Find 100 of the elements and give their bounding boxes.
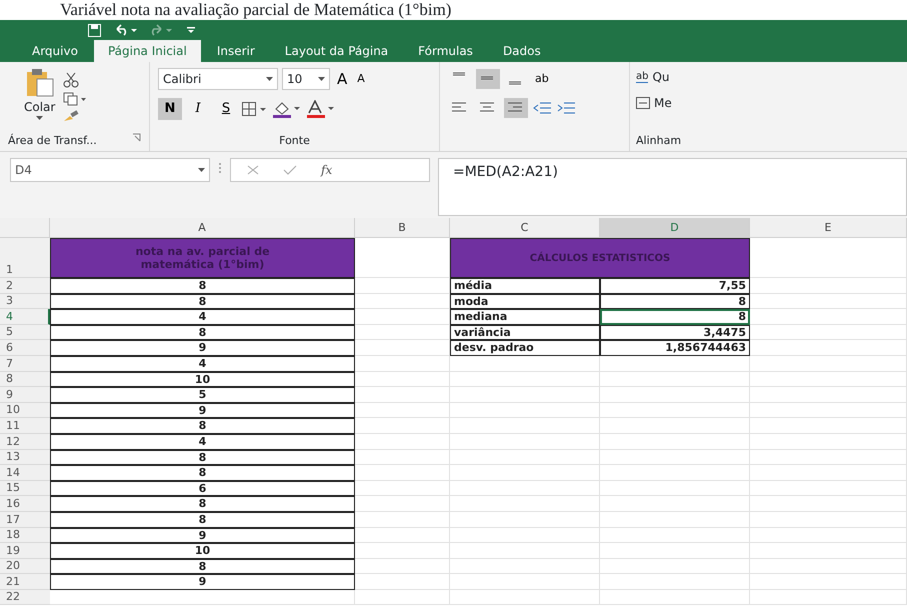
underline-button[interactable]: S [214, 98, 238, 120]
merge-icon[interactable] [636, 97, 650, 109]
spreadsheet-cell[interactable] [750, 512, 907, 528]
customize-icon[interactable] [187, 26, 195, 34]
row-header[interactable]: 14 [0, 465, 50, 481]
scissors-icon[interactable] [63, 72, 80, 88]
ribbon-tab[interactable]: Layout da Página [270, 40, 402, 62]
row-header[interactable]: 18 [0, 528, 50, 544]
spreadsheet-cell[interactable] [600, 528, 750, 544]
spreadsheet-cell[interactable] [750, 294, 907, 310]
spreadsheet-cell[interactable] [750, 450, 907, 466]
decrease-indent-icon[interactable] [532, 101, 552, 115]
font-color-icon[interactable] [306, 100, 336, 118]
column-header[interactable]: A [50, 218, 355, 238]
spreadsheet-cell[interactable] [355, 294, 450, 310]
paste-icon[interactable] [24, 68, 55, 98]
ribbon-tab[interactable]: Dados [488, 40, 555, 62]
spreadsheet-cell[interactable] [600, 465, 750, 481]
spreadsheet-cell[interactable] [750, 309, 907, 325]
table-cell[interactable]: 3,4475 [600, 324, 750, 340]
spreadsheet-cell[interactable] [600, 496, 750, 512]
spreadsheet-cell[interactable] [450, 450, 600, 466]
spreadsheet-cell[interactable] [355, 450, 450, 466]
spreadsheet-cell[interactable] [450, 480, 600, 496]
spreadsheet-cell[interactable] [355, 372, 450, 388]
row-header[interactable]: 6 [0, 340, 50, 356]
table-cell[interactable]: 8 [600, 309, 750, 325]
spreadsheet-cell[interactable] [750, 356, 907, 372]
spreadsheet-cell[interactable] [600, 512, 750, 528]
spreadsheet-cell[interactable] [355, 574, 450, 590]
spreadsheet-cell[interactable] [600, 372, 750, 388]
column-header[interactable]: C [450, 218, 600, 238]
font-name-field[interactable]: Calibri [158, 68, 278, 90]
spreadsheet-cell[interactable] [450, 465, 600, 481]
spreadsheet-cell[interactable] [450, 387, 600, 403]
spreadsheet-cell[interactable] [450, 558, 600, 574]
bold-button[interactable]: N [158, 98, 182, 120]
caret-icon[interactable] [36, 116, 44, 120]
spreadsheet-cell[interactable] [600, 434, 750, 450]
spreadsheet-cell[interactable] [355, 543, 450, 559]
spreadsheet-cell[interactable] [750, 543, 907, 559]
font-size-field[interactable]: 10 [282, 68, 330, 90]
spreadsheet-cell[interactable] [750, 574, 907, 590]
spreadsheet-cell[interactable] [355, 387, 450, 403]
row-header[interactable]: 12 [0, 434, 50, 450]
orientation-button[interactable]: ab [532, 68, 552, 90]
spreadsheet-cell[interactable] [355, 528, 450, 544]
row-header[interactable]: 13 [0, 450, 50, 466]
row-header[interactable]: 10 [0, 402, 50, 418]
insert-function-icon[interactable]: fx [321, 160, 332, 180]
spreadsheet-cell[interactable] [750, 278, 907, 294]
increase-indent-icon[interactable] [556, 101, 576, 115]
spreadsheet-cell[interactable] [450, 528, 600, 544]
row-header[interactable]: 21 [0, 574, 50, 590]
spreadsheet-cell[interactable] [600, 574, 750, 590]
ribbon-tab[interactable]: Arquivo [18, 40, 92, 62]
row-header[interactable]: 17 [0, 512, 50, 528]
row-header[interactable]: 2 [0, 278, 50, 294]
caret-icon[interactable] [318, 77, 325, 81]
spreadsheet-cell[interactable] [750, 480, 907, 496]
spreadsheet-cell[interactable] [50, 590, 355, 606]
spreadsheet-cell[interactable] [750, 528, 907, 544]
row-header[interactable]: 8 [0, 372, 50, 388]
caret-icon[interactable] [266, 77, 273, 81]
column-header[interactable]: E [750, 218, 907, 238]
paste-label[interactable]: Colar [24, 98, 56, 116]
spreadsheet-cell[interactable] [450, 512, 600, 528]
spreadsheet-cell[interactable] [355, 356, 450, 372]
checkmark-icon[interactable] [283, 165, 297, 175]
spreadsheet-cell[interactable] [355, 402, 450, 418]
ribbon-tab[interactable]: Inserir [202, 40, 269, 62]
spreadsheet-cell[interactable] [450, 496, 600, 512]
spreadsheet-cell[interactable] [450, 574, 600, 590]
spreadsheet-cell[interactable] [600, 402, 750, 418]
spreadsheet-cell[interactable] [355, 434, 450, 450]
row-header[interactable]: 4 [0, 309, 50, 325]
formula-field[interactable]: =MED(A2:A21) [438, 158, 907, 216]
name-box[interactable]: D4 [10, 158, 210, 182]
spreadsheet-cell[interactable] [750, 387, 907, 403]
ribbon-tab[interactable]: Fórmulas [404, 40, 487, 62]
row-header[interactable]: 16 [0, 496, 50, 512]
spreadsheet-cell[interactable] [750, 434, 907, 450]
spreadsheet-cell[interactable] [600, 450, 750, 466]
align-middle-icon[interactable] [476, 69, 500, 89]
column-header[interactable]: B [355, 218, 450, 238]
caret-icon[interactable] [198, 168, 205, 172]
spreadsheet-cell[interactable] [355, 418, 450, 434]
row-header[interactable]: 19 [0, 543, 50, 559]
wrap-text-label[interactable]: Qu [652, 68, 670, 86]
cancel-icon[interactable] [247, 165, 259, 175]
spreadsheet-cell[interactable] [355, 496, 450, 512]
spreadsheet-cell[interactable] [750, 418, 907, 434]
spreadsheet-cell[interactable] [600, 480, 750, 496]
spreadsheet-cell[interactable] [355, 590, 450, 606]
table-cell[interactable]: 8 [600, 294, 750, 310]
table-cell[interactable]: 7,55 [600, 278, 750, 294]
dialog-launcher-icon[interactable] [132, 132, 141, 142]
spreadsheet-cell[interactable] [450, 590, 600, 606]
copy-icon[interactable] [63, 92, 88, 106]
spreadsheet-cell[interactable] [355, 558, 450, 574]
